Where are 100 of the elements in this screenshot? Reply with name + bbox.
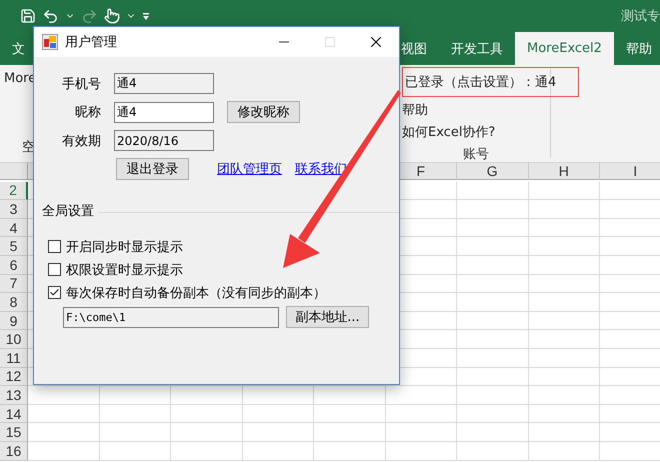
- ribbon-tab[interactable]: 开发工具: [439, 32, 515, 65]
- sheet-cell[interactable]: [28, 404, 100, 424]
- ribbon-tab[interactable]: 帮助: [614, 32, 660, 65]
- row-header[interactable]: 14: [0, 404, 28, 424]
- path-field[interactable]: F:\come\1: [63, 306, 279, 328]
- logout-button[interactable]: 退出登录: [116, 158, 189, 180]
- column-header[interactable]: I: [600, 163, 660, 180]
- row-header[interactable]: 5: [0, 237, 28, 256]
- sheet-cell[interactable]: [457, 442, 528, 460]
- rename-button[interactable]: 修改昵称: [227, 101, 300, 123]
- sheet-cell[interactable]: [528, 442, 600, 460]
- collab-help-button[interactable]: 如何Excel协作?: [402, 123, 496, 141]
- checkbox[interactable]: [48, 286, 61, 298]
- column-header[interactable]: G: [457, 163, 528, 180]
- sheet-cell[interactable]: [242, 386, 314, 405]
- sheet-cell[interactable]: [171, 386, 242, 405]
- sheet-cell[interactable]: [457, 386, 528, 405]
- sheet-cell[interactable]: [528, 348, 600, 368]
- sheet-cell[interactable]: [171, 423, 242, 442]
- redo-icon: [81, 8, 98, 24]
- sheet-cell[interactable]: [528, 218, 600, 238]
- sheet-cell[interactable]: [528, 404, 600, 424]
- checkbox[interactable]: [48, 262, 61, 276]
- sheet-cell[interactable]: [100, 423, 171, 442]
- ribbon-tab[interactable]: MoreExcel2: [515, 32, 614, 65]
- option-label: 权限设置时显示提示: [66, 262, 183, 279]
- sheet-cell[interactable]: [386, 386, 457, 405]
- field-label: 有效期: [62, 132, 101, 150]
- row-header[interactable]: 11: [0, 348, 28, 368]
- row-header[interactable]: 15: [0, 423, 28, 442]
- login-status-button[interactable]: 已登录（点击设置）：通4: [402, 67, 580, 97]
- sheet-cell[interactable]: [100, 442, 171, 460]
- customize-icon[interactable]: [142, 12, 150, 20]
- sheet-cell[interactable]: [171, 404, 242, 424]
- sheet-cell[interactable]: [457, 218, 528, 238]
- checkbox[interactable]: [48, 240, 61, 252]
- row-header[interactable]: 9: [0, 312, 28, 330]
- ribbon-tab[interactable]: 文: [0, 32, 37, 65]
- sheet-cell[interactable]: [457, 200, 528, 219]
- sheet-cell[interactable]: [457, 182, 528, 200]
- sheet-cell[interactable]: [171, 442, 242, 460]
- sheet-cell[interactable]: [314, 386, 386, 405]
- select-all-corner[interactable]: [0, 163, 28, 180]
- sheet-cell[interactable]: [528, 256, 600, 275]
- row-header[interactable]: 6: [0, 256, 28, 275]
- row-header[interactable]: 3: [0, 200, 28, 219]
- sheet-cell[interactable]: [528, 182, 600, 200]
- sheet-cell[interactable]: [100, 386, 171, 405]
- sheet-cell[interactable]: [457, 368, 528, 386]
- sheet-cell[interactable]: [528, 368, 600, 386]
- phone-field[interactable]: 通4: [114, 73, 214, 94]
- sheet-cell[interactable]: [242, 442, 314, 460]
- sheet-cell[interactable]: [528, 386, 600, 405]
- sheet-cell[interactable]: [457, 256, 528, 275]
- dialog-title: 用户管理: [65, 34, 117, 51]
- sheet-cell[interactable]: [528, 237, 600, 256]
- sheet-cell[interactable]: [528, 293, 600, 312]
- sheet-cell[interactable]: [528, 330, 600, 349]
- sheet-cell[interactable]: [528, 312, 600, 330]
- sheet-cell[interactable]: [28, 442, 100, 460]
- undo-icon[interactable]: [42, 8, 59, 24]
- row-header[interactable]: 4: [0, 218, 28, 238]
- row-header[interactable]: 7: [0, 274, 28, 294]
- sheet-cell[interactable]: [457, 330, 528, 349]
- row-header[interactable]: 8: [0, 293, 28, 312]
- sheet-cell[interactable]: [314, 442, 386, 460]
- sheet-cell[interactable]: [386, 404, 457, 424]
- sheet-cell[interactable]: [457, 348, 528, 368]
- link[interactable]: 团队管理页: [217, 160, 282, 178]
- sheet-cell[interactable]: [528, 274, 600, 294]
- sheet-cell[interactable]: [457, 404, 528, 424]
- sheet-cell[interactable]: [100, 404, 171, 424]
- row-header[interactable]: 2: [0, 182, 28, 200]
- sheet-cell[interactable]: [314, 423, 386, 442]
- sheet-cell[interactable]: [314, 404, 386, 424]
- nickname-field[interactable]: 通4: [114, 102, 214, 122]
- sheet-cell[interactable]: [242, 423, 314, 442]
- sheet-cell[interactable]: [457, 312, 528, 330]
- browse-button[interactable]: 副本地址...: [286, 306, 369, 328]
- field-label: 昵称: [75, 104, 101, 121]
- sheet-cell[interactable]: [528, 423, 600, 442]
- sheet-cell[interactable]: [457, 423, 528, 442]
- sheet-cell[interactable]: [528, 200, 600, 219]
- row-header[interactable]: 12: [0, 368, 28, 386]
- sheet-cell[interactable]: [28, 423, 100, 442]
- sheet-cell[interactable]: [242, 404, 314, 424]
- sheet-cell[interactable]: [457, 293, 528, 312]
- column-header[interactable]: H: [528, 163, 600, 180]
- sheet-cell[interactable]: [386, 442, 457, 460]
- sheet-cell[interactable]: [386, 423, 457, 442]
- row-header[interactable]: 16: [0, 442, 28, 460]
- row-header[interactable]: 10: [0, 330, 28, 349]
- save-icon[interactable]: [20, 8, 36, 24]
- sheet-cell[interactable]: [28, 386, 100, 405]
- help-button[interactable]: 帮助: [402, 101, 428, 119]
- pointer-icon[interactable]: [104, 8, 120, 24]
- sheet-cell[interactable]: [457, 237, 528, 256]
- sheet-cell[interactable]: [457, 274, 528, 294]
- row-header[interactable]: 13: [0, 386, 28, 405]
- expiry-field[interactable]: 2020/8/16: [114, 130, 214, 151]
